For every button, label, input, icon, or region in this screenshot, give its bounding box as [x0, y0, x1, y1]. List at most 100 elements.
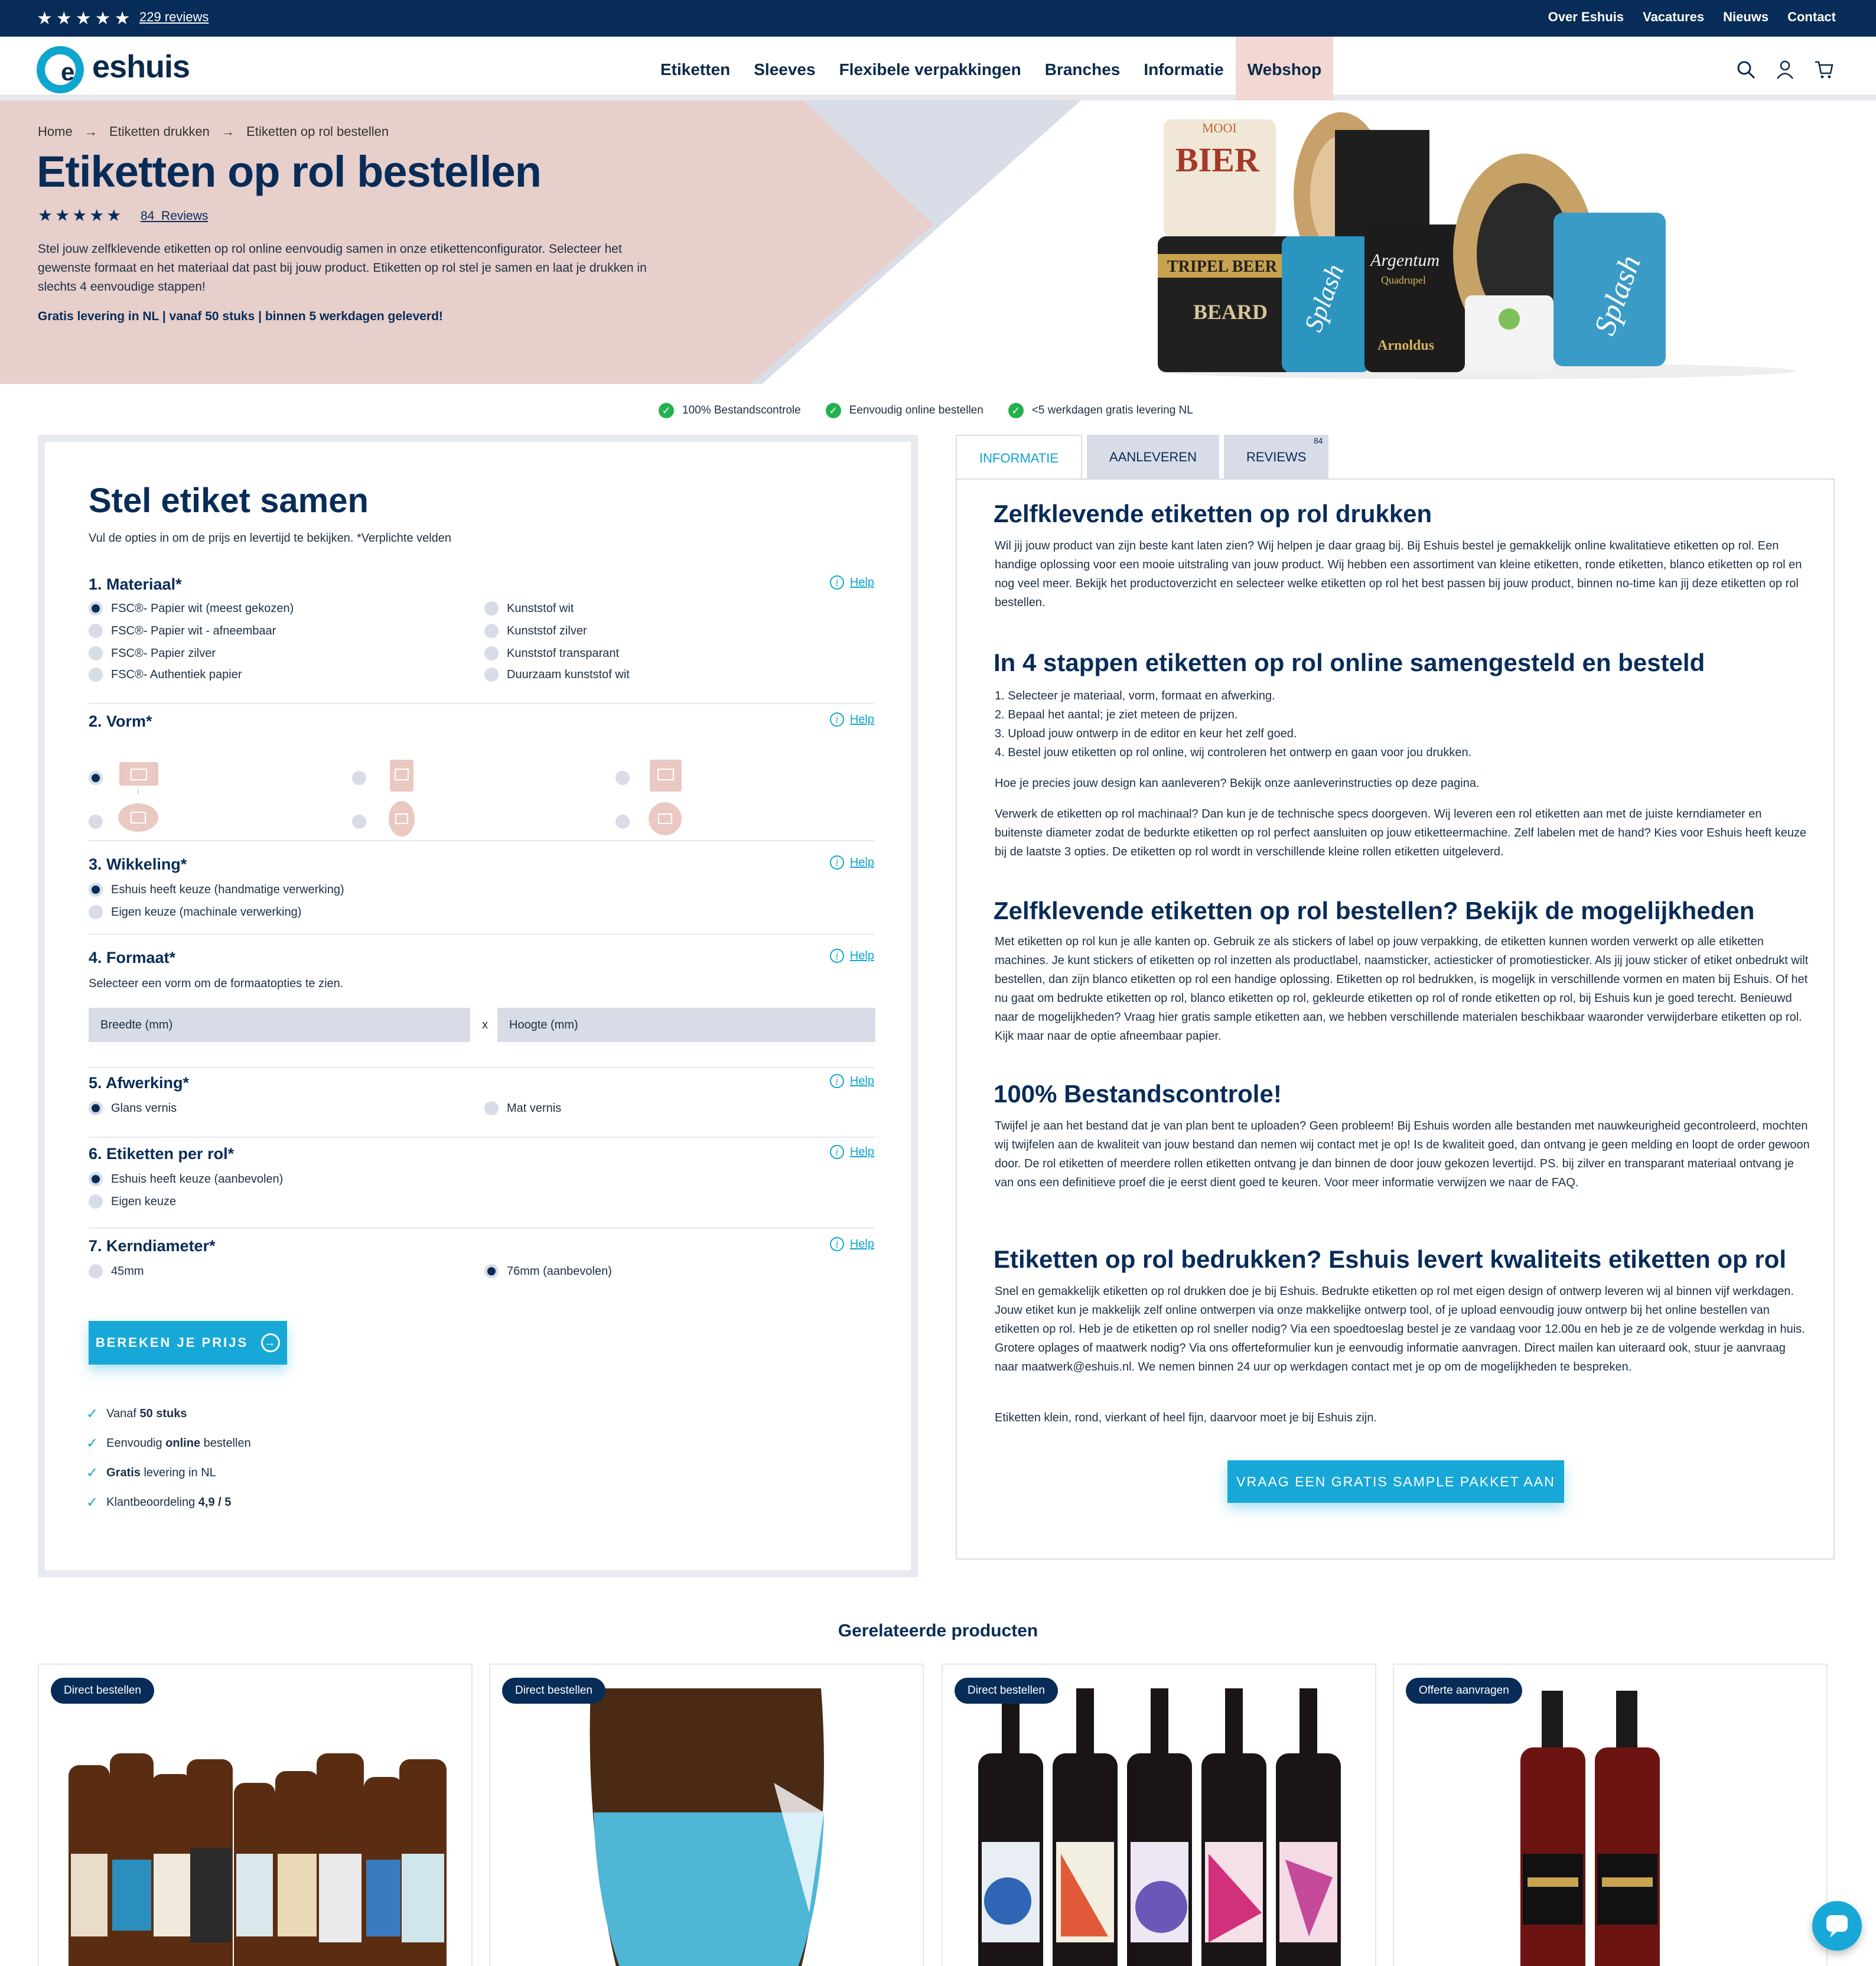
option-radio[interactable]: Kunststof transparant: [484, 646, 619, 660]
shape-option[interactable]: [615, 757, 691, 799]
nav-webshop[interactable]: Webshop: [1235, 37, 1334, 100]
breadcrumb-home[interactable]: Home: [38, 124, 73, 139]
nav-sleeves[interactable]: Sleeves: [742, 37, 827, 100]
nav-etiketten[interactable]: Etiketten: [649, 37, 742, 100]
radio-selected[interactable]: [89, 883, 103, 897]
help-link[interactable]: i Help: [829, 949, 874, 963]
tab-reviews[interactable]: REVIEWS 84: [1223, 435, 1329, 480]
help-link[interactable]: i Help: [829, 712, 874, 727]
benefit-list: ✓ Vanaf 50 stuks ✓ Eenvoudig online bestel…: [86, 1399, 251, 1517]
option-radio[interactable]: Kunststof wit: [484, 601, 574, 616]
radio[interactable]: [352, 815, 366, 829]
option-radio[interactable]: Eshuis heeft keuze (aanbevolen): [89, 1172, 283, 1186]
logo-text[interactable]: eshuis: [92, 48, 190, 85]
shape-option[interactable]: [89, 757, 164, 799]
oval-landscape-icon: [118, 803, 158, 832]
search-icon[interactable]: [1735, 59, 1757, 80]
cart-icon[interactable]: [1813, 59, 1835, 80]
shape-option[interactable]: [89, 801, 164, 842]
radio[interactable]: [484, 601, 499, 616]
radio[interactable]: [89, 668, 103, 682]
option-radio[interactable]: FSC®- Papier wit - afneembaar: [89, 624, 276, 638]
radio[interactable]: [352, 771, 366, 785]
option-radio[interactable]: Mat vernis: [484, 1101, 561, 1115]
help-link[interactable]: i Help: [829, 855, 874, 870]
shape-option[interactable]: [352, 757, 428, 799]
section-kerndiameter: 7. Kerndiameter* i Help 45mm 76mm (aanbev…: [89, 1237, 874, 1290]
nav-flexibele-verpakkingen[interactable]: Flexibele verpakkingen: [828, 37, 1033, 100]
radio-selected[interactable]: [89, 1101, 103, 1115]
radio[interactable]: [89, 646, 103, 660]
width-input[interactable]: Breedte (mm): [89, 1008, 470, 1042]
radio[interactable]: [615, 815, 630, 829]
roll-label-text: Quadrupel: [1381, 274, 1426, 286]
tab-informatie[interactable]: INFORMATIE: [956, 435, 1083, 480]
radio[interactable]: [615, 771, 630, 785]
option-radio[interactable]: FSC®- Authentiek papier: [89, 668, 242, 682]
radio[interactable]: [89, 1264, 103, 1278]
help-link[interactable]: i Help: [829, 1145, 874, 1159]
option-radio[interactable]: 45mm: [89, 1264, 144, 1278]
help-link[interactable]: i Help: [829, 1074, 874, 1088]
option-radio[interactable]: Kunststof zilver: [484, 624, 587, 638]
shape-option[interactable]: [352, 801, 428, 842]
request-sample-button[interactable]: VRAAG EEN GRATIS SAMPLE PAKKET AAN: [1227, 1460, 1564, 1503]
radio[interactable]: [484, 646, 499, 660]
chat-button[interactable]: [1812, 1901, 1862, 1951]
main-nav: Etiketten Sleeves Flexibele verpakkingen…: [649, 37, 1334, 100]
roll-label-text: Arnoldus: [1377, 338, 1434, 353]
radio[interactable]: [89, 815, 103, 829]
product-card[interactable]: Offerte aanvragen: [1393, 1664, 1828, 1966]
chat-icon: [1826, 1915, 1848, 1938]
top-link-vacatures[interactable]: Vacatures: [1643, 9, 1704, 25]
hero-reviews-link[interactable]: 84 Reviews: [141, 209, 208, 223]
section-title: 3. Wikkeling*: [89, 855, 187, 873]
radio-selected[interactable]: [89, 601, 103, 616]
product-card[interactable]: Direct bestellen: [942, 1664, 1376, 1966]
check-circle-icon: ✓: [1008, 403, 1024, 418]
roll-label-text: TRIPEL BEER: [1167, 258, 1278, 276]
product-card[interactable]: Direct bestellen: [489, 1664, 924, 1966]
option-radio[interactable]: Eshuis heeft keuze (handmatige verwerkin…: [89, 883, 344, 897]
top-link-nieuws[interactable]: Nieuws: [1723, 9, 1768, 25]
radio[interactable]: [89, 1194, 103, 1209]
help-link[interactable]: i Help: [829, 1237, 874, 1251]
radio-selected[interactable]: [89, 771, 103, 785]
product-card[interactable]: Direct bestellen: [38, 1664, 473, 1966]
top-link-over-eshuis[interactable]: Over Eshuis: [1548, 9, 1624, 25]
radio-selected[interactable]: [89, 1172, 103, 1186]
divider: [89, 1228, 874, 1229]
check-icon: ✓: [86, 1494, 99, 1511]
nav-informatie[interactable]: Informatie: [1132, 37, 1235, 100]
direct-order-badge: Direct bestellen: [502, 1678, 605, 1704]
option-radio[interactable]: FSC®- Papier wit (meest gekozen): [89, 601, 294, 616]
top-link-contact[interactable]: Contact: [1787, 9, 1836, 25]
divider: [89, 933, 874, 935]
radio[interactable]: [89, 624, 103, 638]
radio[interactable]: [89, 905, 103, 919]
option-radio[interactable]: Eigen keuze (machinale verwerking): [89, 905, 301, 919]
reviews-count-badge: 84: [1313, 436, 1323, 445]
radio[interactable]: [484, 668, 499, 682]
tab-aanleveren[interactable]: AANLEVEREN: [1087, 435, 1219, 480]
option-radio[interactable]: Eigen keuze: [89, 1194, 176, 1209]
radio[interactable]: [484, 624, 499, 638]
option-radio[interactable]: Glans vernis: [89, 1101, 177, 1115]
option-radio[interactable]: FSC®- Papier zilver: [89, 646, 216, 660]
option-radio[interactable]: 76mm (aanbevolen): [484, 1264, 612, 1278]
radio-selected[interactable]: [484, 1264, 499, 1278]
divider: [89, 703, 874, 704]
option-radio[interactable]: Duurzaam kunststof wit: [484, 668, 630, 682]
nav-branches[interactable]: Branches: [1033, 37, 1132, 100]
logo-icon[interactable]: e: [37, 46, 84, 93]
roll-label-text: BEARD: [1193, 300, 1268, 324]
info-heading: Zelfklevende etiketten op rol bestellen?…: [994, 897, 1755, 925]
height-input[interactable]: Hoogte (mm): [497, 1008, 875, 1042]
reviews-link[interactable]: 229 reviews: [139, 9, 209, 25]
help-link[interactable]: i Help: [829, 575, 874, 590]
calculate-price-button[interactable]: BEREKEN JE PRIJS →: [89, 1321, 287, 1365]
breadcrumb-etiketten-drukken[interactable]: Etiketten drukken: [109, 124, 210, 139]
radio[interactable]: [484, 1101, 499, 1115]
user-icon[interactable]: [1774, 59, 1796, 80]
shape-option[interactable]: [615, 801, 691, 842]
